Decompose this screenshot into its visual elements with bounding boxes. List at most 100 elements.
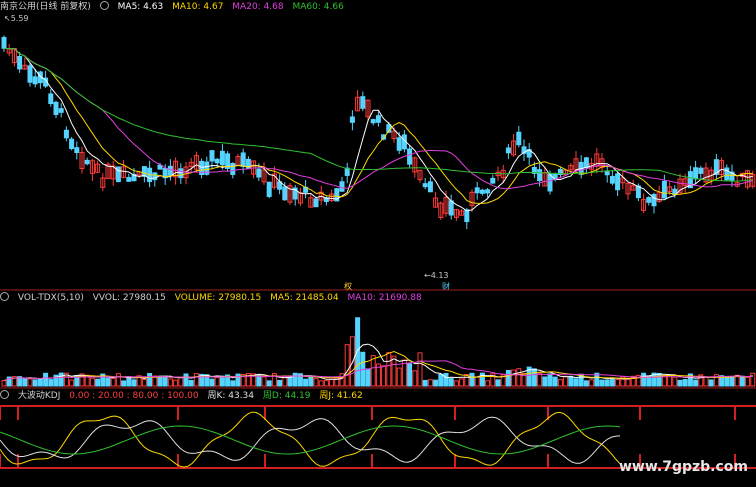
volume-bar: [115, 373, 121, 387]
volume-bar: [547, 373, 553, 387]
volume-bar: [599, 379, 605, 387]
volume-bar: [516, 368, 522, 387]
kdj-k-line: [0, 416, 621, 464]
candle-body: [427, 181, 433, 193]
volume-bar: [69, 379, 75, 387]
volume-bar: [724, 376, 730, 387]
volume-bar: [609, 377, 615, 387]
volume-bar: [604, 379, 610, 387]
volume-bar: [1, 380, 7, 387]
candle-body: [219, 150, 225, 166]
volume-bar: [677, 379, 683, 387]
volume-bar: [750, 372, 756, 387]
candle-body: [48, 93, 54, 105]
volume-bar: [173, 379, 179, 387]
kdj-j-line: [0, 411, 621, 468]
candle-body: [609, 175, 615, 184]
volume-bar: [557, 379, 563, 387]
volume-bar: [656, 372, 662, 387]
volume-bar: [292, 372, 298, 387]
volume-bar: [43, 372, 49, 387]
volume-bar: [407, 363, 413, 387]
candle-body: [604, 171, 610, 176]
volume-bar: [589, 379, 595, 387]
volume-bar: [427, 379, 433, 387]
volume-bar: [443, 372, 449, 387]
candle-body: [230, 163, 236, 175]
volume-bar: [110, 377, 116, 387]
volume-bar: [131, 379, 137, 387]
volume-bar: [22, 378, 28, 387]
volume-bar: [235, 373, 241, 387]
stock-chart-canvas[interactable]: [0, 0, 756, 487]
candle-body: [661, 180, 667, 199]
volume-bar: [209, 378, 215, 387]
volume-bar: [422, 379, 428, 387]
candle-body: [651, 193, 657, 207]
price-candles: [1, 35, 756, 230]
volume-bar: [313, 377, 319, 387]
volume-bar: [531, 368, 537, 387]
volume-bar: [214, 377, 220, 387]
volume-bar: [396, 367, 402, 387]
candle-body: [370, 119, 376, 124]
volume-bar: [219, 375, 225, 387]
volume-bar: [438, 373, 444, 387]
volume-bar: [542, 376, 548, 387]
volume-bar: [365, 368, 371, 387]
volume-bar: [739, 376, 745, 387]
volume-bar: [672, 376, 678, 387]
candle-body: [615, 173, 621, 191]
candle-body: [152, 172, 158, 181]
candle-body: [485, 189, 491, 194]
volume-bar: [568, 375, 574, 387]
candle-body: [141, 166, 147, 177]
volume-bar: [344, 344, 350, 387]
volume-bar: [121, 380, 127, 387]
volume-bar: [277, 379, 283, 387]
volume-bar: [573, 378, 579, 387]
volume-bar: [157, 375, 163, 387]
candle-body: [256, 168, 262, 178]
volume-bar: [537, 373, 543, 387]
candle-body: [505, 147, 511, 154]
volume-bar: [693, 379, 699, 387]
watermark-text: www.7gpzb.com: [618, 459, 748, 475]
volume-bar: [329, 378, 335, 387]
volume-bar: [193, 373, 199, 387]
candle-body: [313, 198, 319, 208]
volume-bar: [682, 379, 688, 387]
candle-body: [53, 101, 59, 115]
candle-body: [464, 209, 470, 223]
volume-bar: [105, 377, 111, 387]
candle-body: [58, 108, 64, 113]
candle-body: [422, 183, 428, 188]
volume-bar: [318, 380, 324, 387]
volume-bar: [386, 352, 392, 387]
volume-bar: [583, 380, 589, 387]
candle-body: [1, 36, 7, 49]
volume-bar: [370, 355, 376, 387]
volume-bar: [89, 377, 95, 387]
candle-body: [349, 116, 355, 123]
volume-bar: [485, 380, 491, 387]
candle-body: [360, 96, 366, 109]
candle-body: [214, 158, 220, 164]
volume-bar: [178, 376, 184, 387]
volume-bar: [147, 372, 153, 387]
volume-bar: [141, 379, 147, 387]
volume-bar: [230, 380, 236, 387]
candle-body: [126, 177, 132, 182]
volume-bar: [58, 372, 64, 387]
volume-bar: [615, 379, 621, 387]
volume-bar: [412, 370, 418, 387]
volume-bar: [563, 375, 569, 387]
volume-bar: [308, 376, 314, 387]
volume-bar: [266, 380, 272, 387]
candle-body: [693, 167, 699, 180]
candle-body: [375, 115, 381, 123]
candle-body: [479, 189, 485, 194]
volume-bar: [729, 375, 735, 387]
candle-body: [69, 138, 75, 150]
volume-bar: [391, 355, 397, 387]
